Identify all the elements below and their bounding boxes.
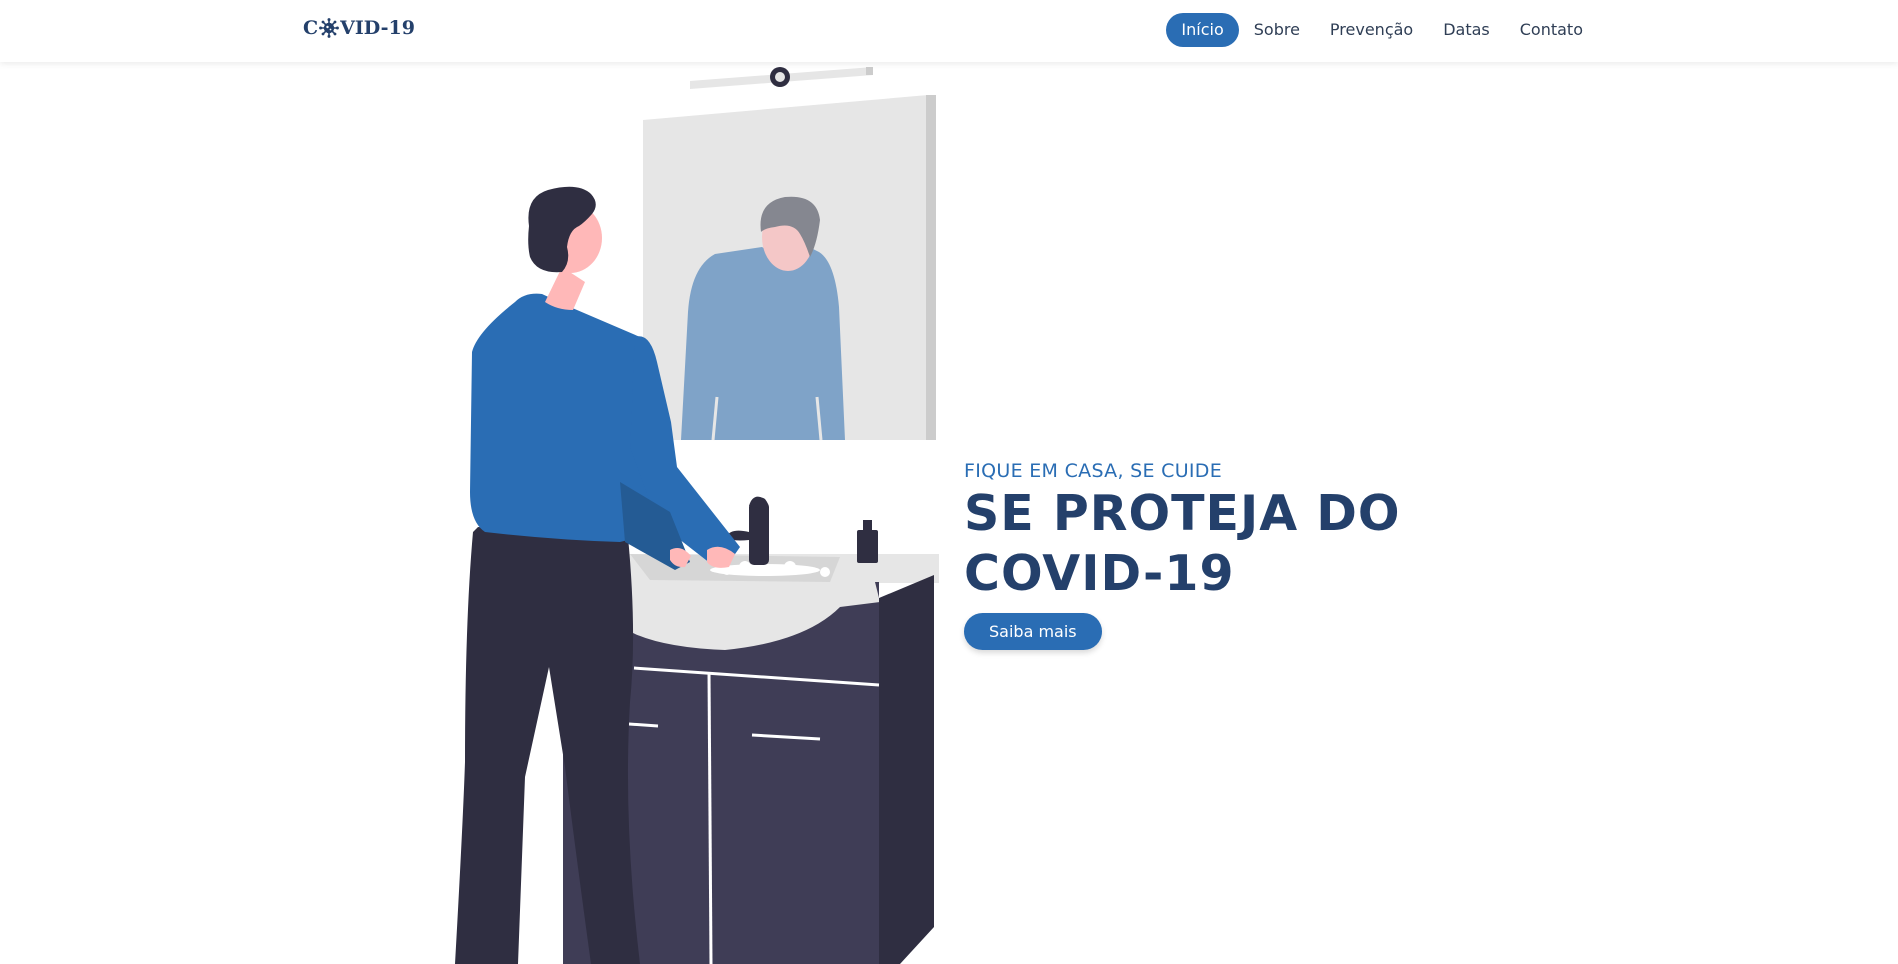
brand-suffix: VID-19 [340, 17, 415, 39]
nav-item-datas[interactable]: Datas [1428, 13, 1505, 47]
hero-title-line1: SE PROTEJA DO [964, 485, 1401, 542]
man-washing-hands-illustration [455, 67, 939, 964]
brand-prefix: C [303, 17, 319, 39]
main-nav: Início Sobre Prevenção Datas Contato [1166, 13, 1598, 47]
hero-title-line2: COVID-19 [964, 545, 1235, 602]
hero-subtitle: FIQUE EM CASA, SE CUIDE [964, 460, 1223, 482]
saiba-mais-button[interactable]: Saiba mais [964, 613, 1102, 650]
nav-item-sobre[interactable]: Sobre [1239, 13, 1315, 47]
virus-icon [319, 18, 340, 38]
navbar: C VID-19 Início Sobre Prevenção Datas Co… [0, 0, 1898, 62]
soap-bottle-icon [857, 520, 878, 563]
nav-item-prevencao[interactable]: Prevenção [1315, 13, 1428, 47]
brand-logo[interactable]: C VID-19 [303, 17, 415, 39]
lamp-icon [690, 67, 873, 89]
nav-item-inicio[interactable]: Início [1166, 13, 1239, 47]
mirror-icon [643, 95, 936, 441]
hero-title: SE PROTEJA DO COVID-19 [964, 484, 1401, 604]
hero-section: FIQUE EM CASA, SE CUIDE SE PROTEJA DO CO… [964, 460, 1401, 650]
nav-item-contato[interactable]: Contato [1505, 13, 1598, 47]
